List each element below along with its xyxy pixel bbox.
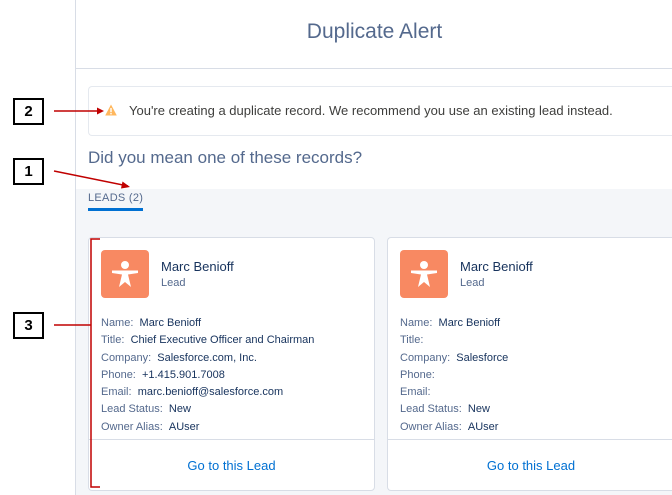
- callout-2: 2: [13, 98, 44, 125]
- callout-lines: [53, 107, 130, 488]
- callout-1: 1: [13, 158, 44, 185]
- callout-3: 3: [13, 312, 44, 339]
